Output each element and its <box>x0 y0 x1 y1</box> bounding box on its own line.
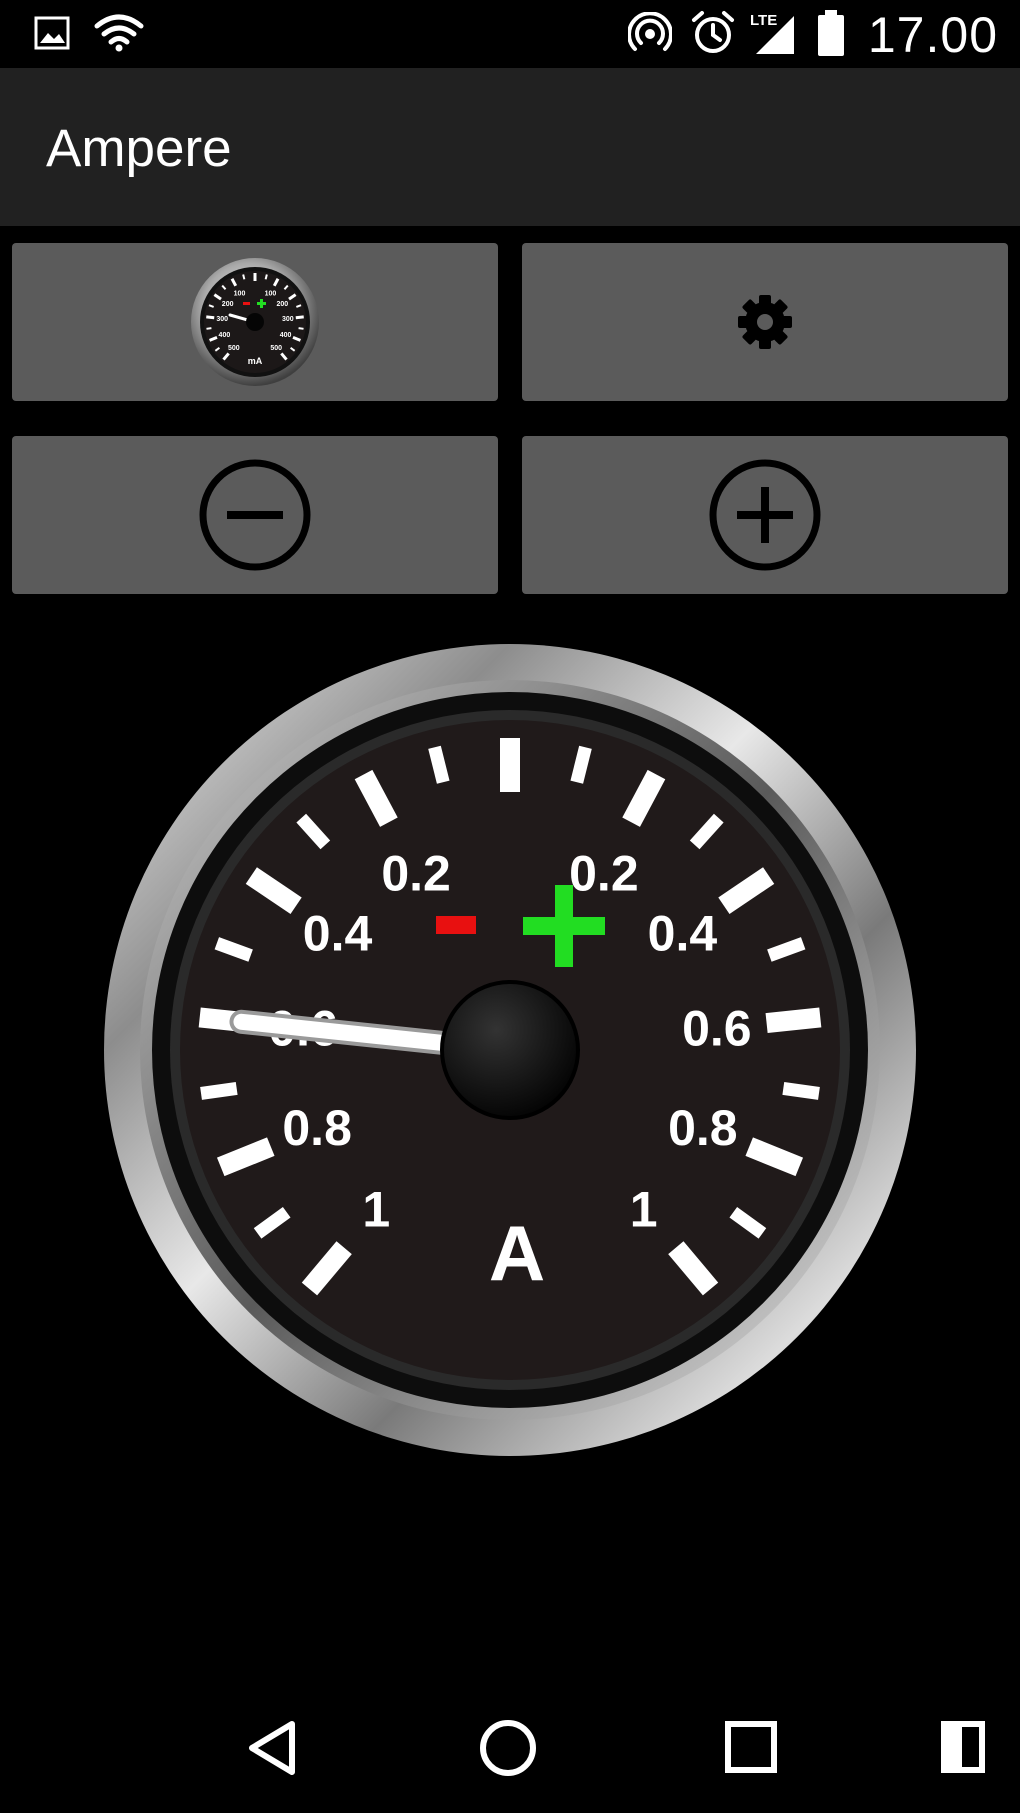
mini-scale-label: 400 <box>219 332 231 339</box>
settings-button[interactable] <box>522 243 1008 401</box>
mini-tick <box>295 315 304 320</box>
mini-scale-label: 300 <box>282 316 294 323</box>
mini-scale-label: 300 <box>216 316 228 323</box>
mini-gauge-icon: 100200300400500100200300400500 mA <box>191 258 319 386</box>
increase-button[interactable] <box>522 436 1008 594</box>
mini-tick <box>206 315 215 320</box>
mini-tick <box>242 274 246 280</box>
mini-tick <box>264 274 268 280</box>
home-icon[interactable] <box>478 1718 538 1778</box>
mini-tick <box>206 327 212 330</box>
mini-tick <box>298 327 304 330</box>
battery-icon <box>818 10 844 56</box>
split-screen-icon[interactable] <box>940 1720 986 1774</box>
major-tick <box>765 1007 822 1033</box>
navigation-bar <box>0 1680 1020 1813</box>
right-scale-label: 1 <box>630 1181 658 1237</box>
decrease-button[interactable] <box>12 436 498 594</box>
negative-sign <box>436 916 476 934</box>
image-notification-icon <box>34 16 70 50</box>
minor-tick <box>782 1081 820 1100</box>
mini-scale-label: 500 <box>228 345 240 352</box>
right-scale-label: 0.4 <box>648 906 718 962</box>
right-scale-label: 0.2 <box>569 845 639 901</box>
mini-scale-label: 200 <box>222 301 234 308</box>
right-scale-label: 0.6 <box>682 1000 752 1056</box>
hotspot-icon <box>628 12 672 51</box>
gauge-select-button[interactable]: 100 200 300 400 500 100 200 300 400 500 mA <box>12 243 498 401</box>
app-bar: Ampere <box>0 68 1020 226</box>
wifi-icon <box>94 14 144 52</box>
recents-icon[interactable] <box>724 1720 778 1774</box>
left-scale-label: 0.8 <box>282 1100 352 1156</box>
alarm-icon <box>692 11 734 53</box>
gauge-unit-label: A <box>489 1209 545 1297</box>
mini-scale-label: 500 <box>270 345 282 352</box>
right-scale-label: 0.8 <box>668 1100 738 1156</box>
left-scale-label: 1 <box>362 1181 390 1237</box>
mini-scale-label: 200 <box>277 301 289 308</box>
lte-label: LTE <box>750 12 777 29</box>
gear-icon <box>738 295 792 349</box>
mini-gauge-unit: mA <box>248 356 263 366</box>
plus-circle-icon <box>709 459 821 571</box>
status-bar: LTE 17.00 <box>0 0 1020 68</box>
minor-tick <box>200 1081 238 1100</box>
app-title: Ampere <box>46 119 232 178</box>
left-scale-label: 0.2 <box>381 845 451 901</box>
back-icon[interactable] <box>244 1718 300 1778</box>
left-scale-label: 0.4 <box>303 906 373 962</box>
gauge-hub <box>440 980 580 1120</box>
minus-circle-icon <box>199 459 311 571</box>
lte-signal-icon: LTE <box>750 12 794 54</box>
minor-tick <box>428 745 450 784</box>
minor-tick <box>570 745 592 784</box>
mini-scale-label: 100 <box>265 290 277 297</box>
mini-scale-label: 400 <box>280 332 292 339</box>
ammeter-gauge: 0.20.40.60.810.20.40.60.81 A <box>104 644 916 1456</box>
status-time: 17.00 <box>867 7 998 63</box>
mini-scale-label: 100 <box>234 290 246 297</box>
